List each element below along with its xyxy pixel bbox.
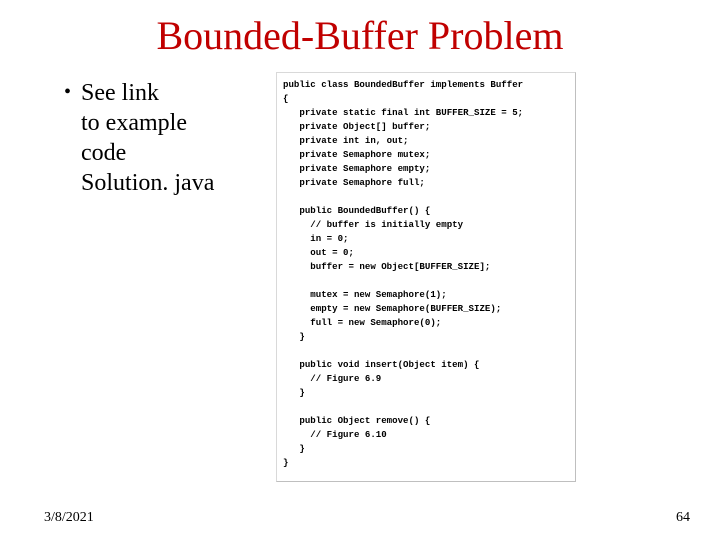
slide: Bounded-Buffer Problem • See link to exa…: [0, 0, 720, 540]
code-sample: public class BoundedBuffer implements Bu…: [276, 72, 576, 482]
bullet-line-2: to example: [81, 108, 214, 138]
bullet-text: See link to example code Solution. java: [81, 78, 214, 198]
bullet-block: • See link to example code Solution. jav…: [64, 78, 284, 198]
bullet-line-3: code: [81, 138, 214, 168]
bullet-item: • See link to example code Solution. jav…: [64, 78, 284, 198]
bullet-marker: •: [64, 78, 71, 106]
slide-title: Bounded-Buffer Problem: [0, 12, 720, 59]
footer-date: 3/8/2021: [44, 510, 94, 526]
footer-page-number: 64: [676, 510, 690, 526]
bullet-line-4: Solution. java: [81, 168, 214, 198]
bullet-line-1: See link: [81, 78, 214, 108]
